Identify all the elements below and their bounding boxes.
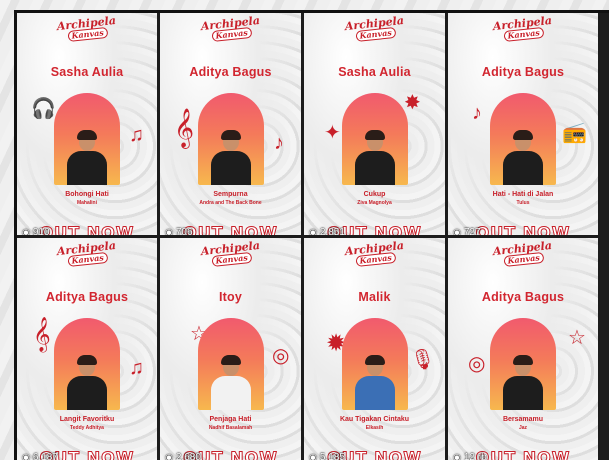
star-icon: ☆ xyxy=(568,327,586,349)
reel-card[interactable]: Archipela Kanvas Itoy ☆ ◎ Penjaga Hati Na… xyxy=(160,238,301,460)
brand-logo: Archipela Kanvas xyxy=(199,13,260,43)
song-title: Hati - Hati di Jalan xyxy=(492,191,554,198)
guitar-icon: ♪ xyxy=(274,132,284,154)
original-singer: Teddy Adhitya xyxy=(70,425,104,431)
artist-name: Sasha Aulia xyxy=(50,65,124,79)
singer-photo xyxy=(354,129,395,185)
song-title: Bohongi Hati xyxy=(65,191,109,198)
photo-frame xyxy=(197,93,264,185)
artist-name: Aditya Bagus xyxy=(45,290,129,304)
song-title: Penjaga Hati xyxy=(209,416,252,423)
headphones-icon: 🎧 xyxy=(31,98,56,120)
treble-clef-icon: 𝄞 xyxy=(174,109,195,147)
singer-photo xyxy=(503,129,543,185)
view-count: ◉ 727 xyxy=(453,227,481,235)
radio-icon: 📻 xyxy=(562,122,587,144)
original-singer: Jaz xyxy=(518,425,528,431)
treble-clef-icon: 𝄞 xyxy=(33,318,51,351)
photo-frame xyxy=(490,93,556,185)
brand-logo: Archipela Kanvas xyxy=(56,13,117,43)
song-title: Cukup xyxy=(363,191,386,198)
singer-photo xyxy=(503,354,543,410)
artist-name: Itoy xyxy=(218,290,243,304)
original-singer: Mahalini xyxy=(76,200,97,206)
sparkle-icon: ✦ xyxy=(324,122,341,144)
brand-logo: Archipela Kanvas xyxy=(56,238,117,268)
reel-card[interactable]: Archipela Kanvas Aditya Bagus 𝄞 ♪ Sempurn… xyxy=(160,13,301,235)
view-count: ◉ 706 xyxy=(165,227,193,235)
brand-logo: Archipela Kanvas xyxy=(343,238,404,268)
photo-frame xyxy=(197,318,264,410)
view-count: ◉ 2.680 xyxy=(165,452,201,460)
view-count: ◉ 6.187 xyxy=(22,452,58,460)
singer-photo xyxy=(210,129,251,185)
photo-frame xyxy=(341,93,408,185)
vinyl-record-icon: ◎ xyxy=(272,345,290,367)
reel-card[interactable]: Archipela Kanvas Aditya Bagus ♪ 📻 Hati - … xyxy=(448,13,598,235)
photo-frame xyxy=(341,318,408,410)
star-icon: ✸ xyxy=(404,92,421,114)
guitar-icon: ♫ xyxy=(129,357,144,379)
reel-card[interactable]: Archipela Kanvas Sasha Aulia ✦ ✸ Cukup Zi… xyxy=(304,13,445,235)
microphone-icon: 🎙 xyxy=(410,349,436,371)
eye-icon: ◉ xyxy=(453,452,461,460)
singer-photo xyxy=(67,354,107,410)
photo-frame xyxy=(54,93,120,185)
reel-card[interactable]: Archipela Kanvas Malik ✹ 🎙 Kau Tigakan Ci… xyxy=(304,238,445,460)
song-title: Kau Tigakan Cintaku xyxy=(339,416,410,423)
brand-logo: Archipela Kanvas xyxy=(199,238,260,268)
artist-name: Aditya Bagus xyxy=(189,65,272,79)
singer-photo xyxy=(354,354,395,410)
song-title: Sempurna xyxy=(213,191,248,198)
view-count: ◉ 910 xyxy=(22,227,50,235)
original-singer: Andra and The Back Bone xyxy=(199,200,262,206)
reel-card[interactable]: Archipela Kanvas Aditya Bagus ◎ ☆ Bersama… xyxy=(448,238,598,460)
music-note-icon: ♫ xyxy=(129,124,144,146)
song-title: Langit Favoritku xyxy=(59,416,115,423)
eye-icon: ◉ xyxy=(453,227,461,235)
song-title: Bersamamu xyxy=(502,416,544,423)
artist-name: Sasha Aulia xyxy=(338,65,411,79)
brand-logo: Archipela Kanvas xyxy=(492,238,553,268)
original-singer: Elkasih xyxy=(365,425,384,431)
eye-icon: ◉ xyxy=(309,227,317,235)
eye-icon: ◉ xyxy=(165,452,173,460)
artist-name: Aditya Bagus xyxy=(481,290,565,304)
original-singer: Tulus xyxy=(516,200,530,206)
singer-photo xyxy=(67,129,107,185)
eye-icon: ◉ xyxy=(165,227,173,235)
artist-name: Aditya Bagus xyxy=(481,65,565,79)
view-count: ◉ 2.851 xyxy=(309,227,345,235)
brand-logo: Archipela Kanvas xyxy=(492,13,553,43)
vinyl-record-icon: ◎ xyxy=(468,353,486,375)
view-count: ◉ 12 rb xyxy=(453,452,487,460)
original-singer: Nadhif Basalamah xyxy=(208,425,253,431)
photo-frame xyxy=(490,318,556,410)
brand-logo: Archipela Kanvas xyxy=(343,13,404,43)
view-count: ◉ 5.185 xyxy=(309,452,345,460)
singer-photo xyxy=(210,354,251,410)
eye-icon: ◉ xyxy=(309,452,317,460)
reel-card[interactable]: Archipela Kanvas Aditya Bagus 𝄞 ♫ Langit … xyxy=(17,238,157,460)
original-singer: Ziva Magnolya xyxy=(357,200,392,206)
photo-frame xyxy=(54,318,120,410)
reel-card[interactable]: Archipela Kanvas Sasha Aulia 🎧 ♫ Bohongi … xyxy=(17,13,157,235)
eye-icon: ◉ xyxy=(22,227,30,235)
reels-grid: Archipela Kanvas Sasha Aulia 🎧 ♫ Bohongi … xyxy=(14,10,609,460)
artist-name: Malik xyxy=(358,290,391,304)
music-note-icon: ♪ xyxy=(472,102,482,124)
eye-icon: ◉ xyxy=(22,452,30,460)
